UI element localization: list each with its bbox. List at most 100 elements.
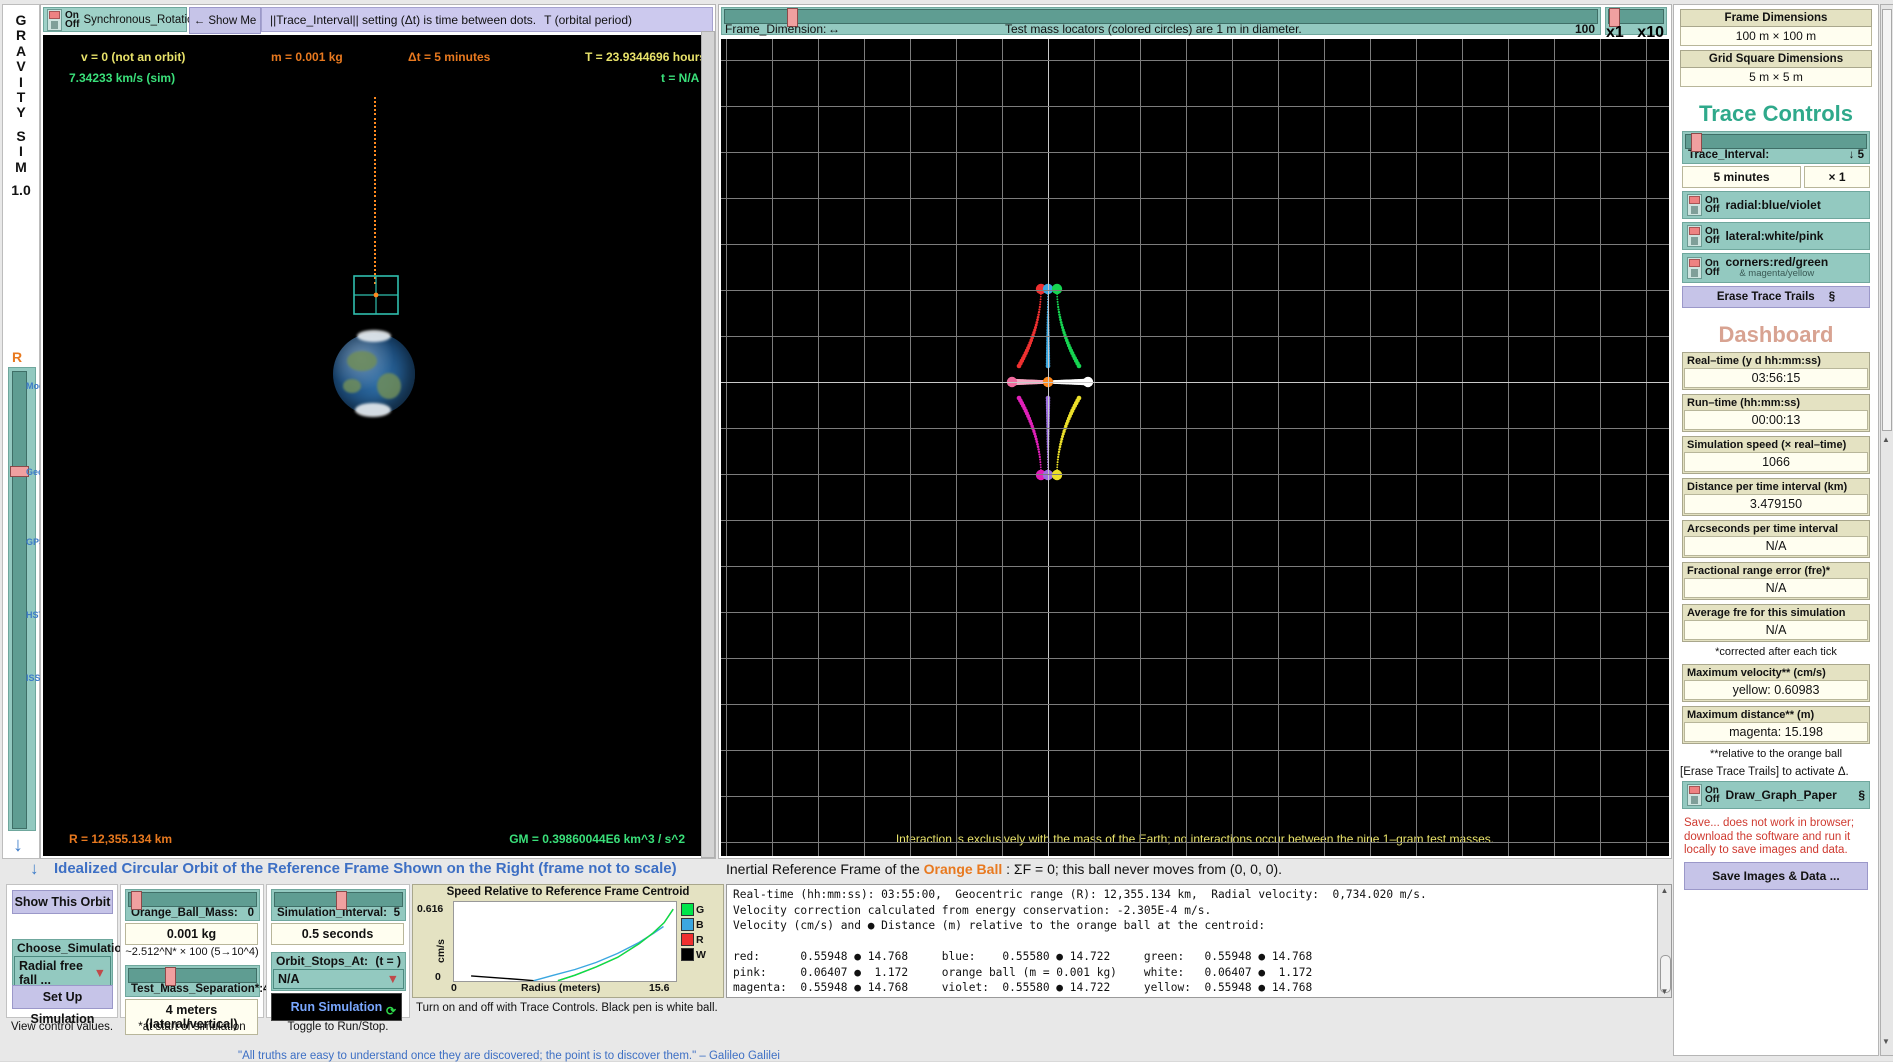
trace-interval-slider-group[interactable]: Trace_Interval: ↓ 5	[1682, 131, 1870, 164]
orbit-trail-dot	[374, 159, 376, 161]
dashboard-card: Real–time (y d hh:mm:ss)03:56:15	[1682, 352, 1870, 390]
save-images-data-button[interactable]: Save Images & Data ...	[1684, 862, 1868, 890]
trace-interval-slider[interactable]	[1685, 134, 1867, 149]
chart-legend-item: R	[681, 933, 706, 946]
simulation-interval-slider[interactable]	[274, 892, 403, 907]
frame-note: Test mass locators (colored circles) are…	[1005, 22, 1302, 36]
magnification-slider-group[interactable]: x1 x10	[1605, 7, 1667, 35]
set-up-simulation-button[interactable]: Set Up Simulation	[12, 985, 113, 1009]
scroll-down-arrow-icon[interactable]: ▼	[1660, 987, 1669, 996]
range-readout: R = 12,355.134 km	[69, 832, 172, 846]
grid-square-card: Grid Square Dimensions 5 m × 5 m	[1680, 50, 1872, 87]
dashboard-card-value: 3.479150	[1684, 494, 1868, 514]
dashboard-card-key: Distance per time interval (km)	[1684, 480, 1868, 494]
delta-t-readout: Δt = 5 minutes	[408, 50, 490, 64]
trace-interval-hint-text: ||Trace_Interval|| setting (Δt) is time …	[270, 13, 536, 27]
chevron-down-icon[interactable]: ▼	[387, 972, 399, 986]
mass-separation-group: Orange_Ball_Mass:0 0.001 kg ~2.512^N* × …	[120, 884, 264, 1018]
legend-label: B	[696, 919, 704, 931]
toggle-off-label: Off	[1705, 795, 1719, 804]
toggle-switch-icon[interactable]: OnOff	[1687, 225, 1719, 247]
scroll-down-arrow-icon[interactable]: ▼	[1882, 1037, 1890, 1046]
orange-ball-mass-slider[interactable]	[128, 892, 257, 907]
orbit-stops-at-value-row[interactable]: N/A ▼	[273, 969, 404, 989]
show-this-orbit-button[interactable]: Show This Orbit	[12, 890, 113, 914]
trace-interval-value[interactable]: 5 minutes	[1682, 166, 1801, 188]
run-controls-group: Simulation_Interval:5 0.5 seconds Orbit_…	[266, 884, 410, 1018]
scroll-up-arrow-icon[interactable]: ▲	[1660, 886, 1669, 895]
erase-trace-trails-button[interactable]: Erase Trace Trails §	[1682, 286, 1870, 308]
right-caption-pre: Inertial Reference Frame of the	[726, 861, 924, 877]
scroll-up-arrow-icon[interactable]: ▲	[1882, 435, 1890, 444]
test-mass-separation-slider-group[interactable]: Test_Mass_Separation*:4	[125, 965, 260, 997]
magnification-slider[interactable]	[1608, 9, 1664, 24]
radius-slider-track[interactable]	[12, 371, 27, 829]
legend-label: G	[696, 904, 704, 916]
grid-line-horizontal	[721, 566, 1669, 567]
orbit-trail-dot	[374, 253, 376, 255]
dashboard-card: Maximum distance** (m)magenta: 15.198	[1682, 706, 1870, 744]
orbit-trail-dot	[374, 101, 376, 103]
refresh-icon[interactable]: ⟳	[386, 1004, 396, 1018]
grid-line-horizontal	[721, 520, 1669, 521]
grid-line-horizontal	[721, 244, 1669, 245]
page-scrollbar-thumb[interactable]	[1882, 9, 1892, 431]
orbit-view-scrollbar[interactable]	[701, 31, 715, 858]
inertial-frame-canvas[interactable]: Interaction is exclusively with the mass…	[721, 39, 1669, 856]
radius-tick-hst: HST	[26, 611, 36, 621]
resize-arrows-icon[interactable]: ↔	[828, 22, 840, 36]
chart-footnote: Turn on and off with Trace Controls. Bla…	[416, 1002, 718, 1014]
grid-line-horizontal	[721, 612, 1669, 613]
chevron-down-icon[interactable]: ▼	[94, 966, 106, 980]
orbit-trail-dot	[374, 113, 376, 115]
activate-note: [Erase Trace Trails] to activate Δ.	[1680, 766, 1872, 778]
frame-dimension-slider-group[interactable]: Frame_Dimension: ↔ Test mass locators (c…	[721, 7, 1601, 35]
console-scrollbar[interactable]: ▲ ▼	[1657, 885, 1671, 997]
trace-interval-multiplier[interactable]: × 1	[1804, 166, 1870, 188]
orbit-stops-at-dropdown[interactable]: Orbit_Stops_At:(t = ) N/A ▼	[271, 952, 406, 991]
orbit-canvas[interactable]: v = 0 (not an orbit) 7.34233 km/s (sim) …	[43, 35, 701, 856]
output-console[interactable]: Real-time (hh:mm:ss): 03:55:00, Geocentr…	[726, 884, 1672, 998]
legend-swatch-icon	[681, 918, 694, 931]
dashboard-card: Simulation speed (× real–time)1066	[1682, 436, 1870, 474]
toggle-switch-icon[interactable]: OnOff	[1687, 784, 1719, 806]
orbit-trail-dot	[374, 208, 376, 210]
frame-dimension-max: 100	[1575, 22, 1595, 36]
orbit-trail-dot	[374, 122, 376, 124]
dashboard-card-key: Average fre for this simulation	[1684, 606, 1868, 620]
toggle-switch-icon[interactable]: OnOff	[1687, 194, 1719, 216]
toggle-off-label: Off	[1705, 205, 1719, 214]
orbit-trail-dot	[374, 220, 376, 222]
dashboard-card: Arcseconds per time intervalN/A	[1682, 520, 1870, 558]
orbit-trail-dot	[374, 212, 376, 214]
synchronous-rotation-toggle[interactable]: On Off Synchronous_Rotation	[43, 7, 187, 32]
grid-square-value: 5 m × 5 m	[1680, 68, 1872, 87]
orange-ball-mass-slider-group[interactable]: Orange_Ball_Mass:0	[125, 889, 260, 921]
orbit-view-toolbar: On Off Synchronous_Rotation ← Show Me ||…	[43, 7, 713, 33]
mass-formula-note: ~2.512^N* × 100 (5→10^4)	[121, 946, 263, 958]
run-simulation-button[interactable]: Run Simulation ⟳	[271, 993, 402, 1021]
right-caption-orange: Orange Ball	[924, 861, 1003, 877]
chart-title: Speed Relative to Reference Frame Centro…	[413, 885, 723, 898]
toggle-switch-icon[interactable]: OnOff	[1687, 257, 1719, 279]
show-me-button[interactable]: ← Show Me	[189, 7, 261, 34]
trace-toggle-corners[interactable]: OnOff corners:red/green & magenta/yellow	[1682, 253, 1870, 283]
trace-toggle-lateral[interactable]: OnOff lateral:white/pink	[1682, 222, 1870, 250]
chart-legend: GBRW	[681, 903, 706, 963]
simulation-interval-value[interactable]: 0.5 seconds	[271, 923, 404, 945]
toggle-switch-icon[interactable]: On Off	[47, 9, 79, 31]
trace-interval-values: 5 minutes × 1	[1682, 166, 1870, 188]
section-mark-icon: §	[1829, 291, 1835, 303]
orbit-trail-dot	[374, 150, 376, 152]
orbit-trail-dot	[374, 183, 376, 185]
page-scrollbar[interactable]: ▲ ▼	[1880, 4, 1893, 1056]
test-mass-separation-slider[interactable]	[128, 968, 257, 983]
galileo-quote: "All truths are easy to understand once …	[238, 1050, 780, 1062]
simulation-interval-slider-group[interactable]: Simulation_Interval:5	[271, 889, 406, 921]
earth-globe	[333, 333, 415, 415]
choose-simulation-value: Radial free fall ...	[19, 959, 94, 987]
orange-ball-mass-value[interactable]: 0.001 kg	[125, 923, 258, 945]
radius-slider[interactable]: Moon Geo GPS HST ISS	[8, 367, 36, 831]
draw-graph-paper-toggle[interactable]: OnOff Draw_Graph_Paper §	[1682, 781, 1870, 809]
trace-toggle-radial[interactable]: OnOff radial:blue/violet	[1682, 191, 1870, 219]
